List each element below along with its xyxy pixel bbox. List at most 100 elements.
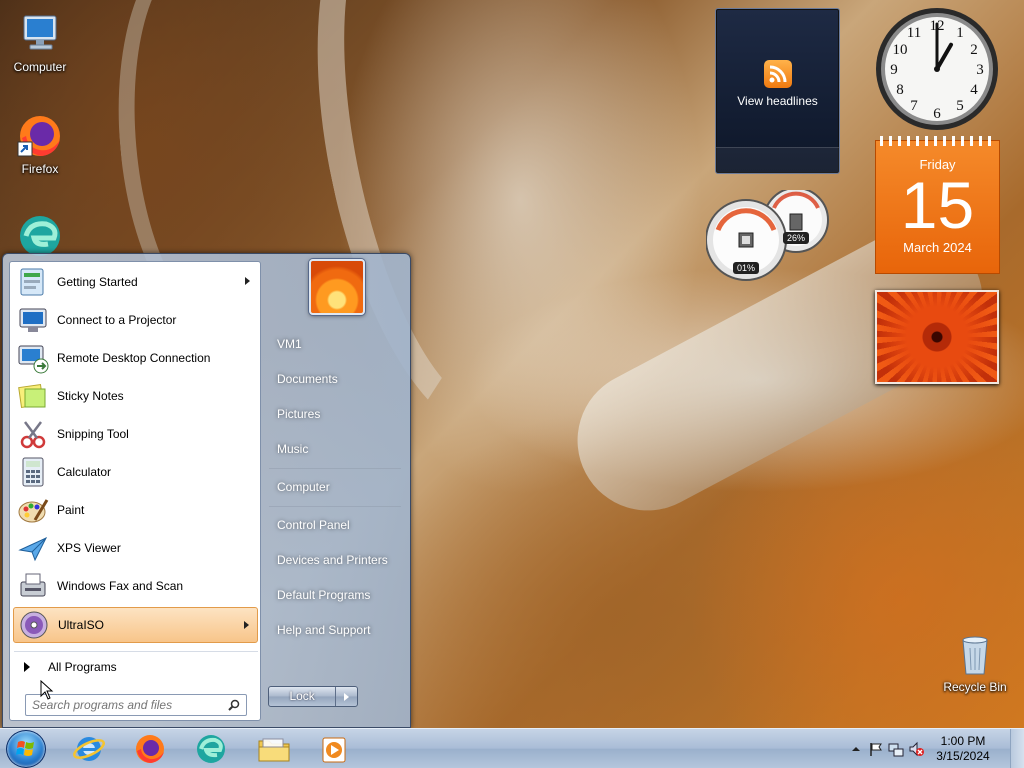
sticky-notes-icon	[17, 380, 49, 412]
clock-date: 3/15/2024	[936, 749, 990, 763]
expand-arrow-icon	[24, 662, 30, 672]
svg-text:6: 6	[933, 106, 941, 122]
right-item-documents[interactable]: Documents	[269, 364, 403, 394]
right-item-vm1[interactable]: VM1	[269, 329, 403, 359]
calendar-month-year: March 2024	[903, 240, 972, 255]
program-connect-projector[interactable]: Connect to a Projector	[13, 302, 258, 338]
program-label: Paint	[57, 503, 85, 517]
network-icon[interactable]	[888, 741, 904, 757]
computer-icon	[16, 10, 64, 58]
taskbar: 1:00 PM 3/15/2024	[0, 728, 1024, 768]
taskbar-firefox[interactable]	[123, 731, 177, 767]
svg-text:8: 8	[896, 82, 904, 98]
snipping-tool-icon	[17, 418, 49, 450]
program-remote-desktop[interactable]: Remote Desktop Connection	[13, 340, 258, 376]
right-item-control-panel[interactable]: Control Panel	[269, 510, 403, 540]
right-item-devices-printers[interactable]: Devices and Printers	[269, 545, 403, 575]
firefox-icon	[16, 112, 64, 160]
calendar-day: 15	[900, 168, 975, 242]
slideshow-gadget[interactable]	[875, 290, 999, 384]
desktop-icon-label: Firefox	[21, 162, 59, 176]
clock-time: 1:00 PM	[940, 734, 986, 748]
svg-text:3: 3	[976, 62, 984, 78]
all-programs-button[interactable]: All Programs	[16, 656, 256, 678]
fax-scan-icon	[17, 570, 49, 602]
gadget-footer	[716, 147, 839, 173]
getting-started-icon	[17, 266, 49, 298]
search-icon[interactable]	[228, 699, 240, 711]
desktop-icon-computer[interactable]: Computer	[2, 10, 78, 74]
taskbar-internet-explorer[interactable]	[62, 731, 116, 767]
taskbar-edge[interactable]	[184, 731, 238, 767]
program-ultraiso[interactable]: UltraISO	[13, 607, 258, 643]
all-programs-label: All Programs	[48, 660, 117, 674]
start-menu: Getting Started Connect to a Projector R…	[2, 253, 411, 728]
right-item-pictures[interactable]: Pictures	[269, 399, 403, 429]
taskbar-clock[interactable]: 1:00 PM 3/15/2024	[928, 734, 998, 764]
program-sticky-notes[interactable]: Sticky Notes	[13, 378, 258, 414]
divider	[14, 651, 258, 652]
svg-text:5: 5	[956, 98, 964, 114]
lock-button-group: Lock	[268, 686, 358, 707]
rss-icon	[763, 60, 792, 88]
system-tray: 1:00 PM 3/15/2024	[834, 729, 1024, 768]
file-explorer-icon	[258, 738, 290, 762]
program-paint[interactable]: Paint	[13, 492, 258, 528]
program-xps-viewer[interactable]: XPS Viewer	[13, 530, 258, 566]
chevron-right-icon	[344, 693, 350, 701]
recycle-bin-icon	[951, 630, 999, 678]
right-item-computer[interactable]: Computer	[269, 472, 403, 502]
desktop-icon-label: Recycle Bin	[943, 680, 1007, 694]
program-label: UltraISO	[58, 618, 105, 632]
right-item-music[interactable]: Music	[269, 434, 403, 464]
xps-viewer-icon	[17, 532, 49, 564]
shutdown-options-button[interactable]	[336, 687, 357, 706]
cpu-meter-gadget[interactable]: 01% 26%	[705, 187, 832, 286]
programs-pane: Getting Started Connect to a Projector R…	[9, 261, 261, 721]
program-label: Remote Desktop Connection	[57, 351, 211, 365]
firefox-icon	[136, 735, 164, 763]
divider	[269, 468, 401, 469]
program-label: Calculator	[57, 465, 112, 479]
show-hidden-icons-icon[interactable]	[848, 741, 864, 757]
divider	[269, 506, 401, 507]
program-label: XPS Viewer	[57, 541, 121, 555]
ultraiso-icon	[18, 609, 50, 641]
desktop-icon-firefox[interactable]: Firefox	[2, 112, 78, 176]
show-desktop-button[interactable]	[1010, 729, 1024, 768]
search-box[interactable]	[25, 694, 247, 716]
search-input[interactable]	[26, 695, 216, 715]
windows-logo-icon	[16, 741, 34, 756]
action-center-flag-icon[interactable]	[868, 741, 884, 757]
media-player-icon	[322, 737, 346, 763]
program-getting-started[interactable]: Getting Started	[13, 264, 258, 300]
calculator-icon	[17, 456, 49, 488]
submenu-arrow-icon	[244, 621, 249, 629]
right-item-help-support[interactable]: Help and Support	[269, 615, 403, 645]
svg-text:9: 9	[890, 62, 898, 78]
svg-text:7: 7	[910, 98, 918, 114]
calendar-rings	[880, 136, 995, 146]
clock-face: 1212 345 678 91011	[876, 8, 998, 130]
svg-text:10: 10	[893, 42, 908, 58]
calendar-gadget[interactable]: Friday 15 March 2024	[875, 136, 1000, 274]
desktop-icon-label: Computer	[13, 60, 67, 74]
clock-gadget[interactable]: 1212 345 678 91011	[874, 6, 1000, 132]
program-snipping-tool[interactable]: Snipping Tool	[13, 416, 258, 452]
svg-text:2: 2	[970, 42, 978, 58]
taskbar-media-player[interactable]	[308, 731, 362, 767]
start-button[interactable]	[6, 730, 46, 768]
svg-text:1: 1	[956, 25, 964, 41]
feed-headlines-gadget[interactable]: View headlines	[715, 8, 840, 174]
desktop-icon-recycle-bin[interactable]: Recycle Bin	[937, 630, 1013, 694]
user-picture[interactable]	[309, 259, 365, 315]
program-fax-scan[interactable]: Windows Fax and Scan	[13, 568, 258, 604]
program-label: Windows Fax and Scan	[57, 579, 184, 593]
right-item-default-programs[interactable]: Default Programs	[269, 580, 403, 610]
program-label: Snipping Tool	[57, 427, 129, 441]
view-headlines-link[interactable]: View headlines	[716, 94, 839, 108]
program-calculator[interactable]: Calculator	[13, 454, 258, 490]
taskbar-file-explorer[interactable]	[247, 731, 301, 767]
volume-muted-icon[interactable]	[908, 741, 924, 757]
lock-button[interactable]: Lock	[269, 687, 337, 706]
